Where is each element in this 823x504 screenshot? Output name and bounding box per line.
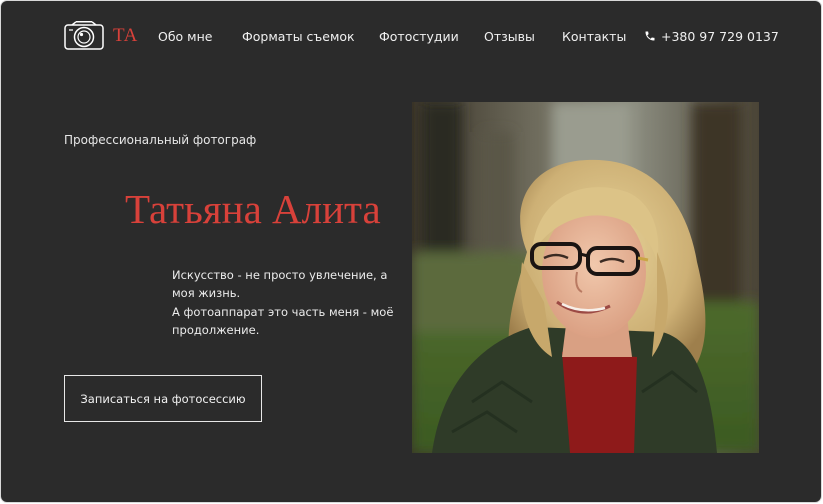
portrait-photo xyxy=(412,102,759,453)
nav-item-contacts[interactable]: Контакты xyxy=(562,29,626,44)
phone-link[interactable]: +380 97 729 0137 xyxy=(644,28,779,44)
bio-line: А фотоаппарат это часть меня - моё xyxy=(172,304,394,319)
nav-item-formats[interactable]: Форматы съемок xyxy=(242,29,355,44)
bio-line: Искусство - не просто увлечение, а xyxy=(172,268,388,282)
bio-line: продолжение. xyxy=(172,322,260,337)
nav-item-studios[interactable]: Фотостудии xyxy=(379,29,459,44)
hero-name: Татьяна Алита xyxy=(125,186,381,232)
logo[interactable]: TA xyxy=(63,21,139,51)
logo-text: TA xyxy=(113,25,138,46)
portrait-illustration xyxy=(412,102,759,453)
hero-bio: Искусство - не просто увлечение, а моя ж… xyxy=(172,266,412,339)
nav-item-about[interactable]: Обо мне xyxy=(158,29,212,44)
camera-logo-icon xyxy=(64,21,104,50)
nav-item-reviews[interactable]: Отзывы xyxy=(484,29,535,44)
hero-subtitle: Профессиональный фотограф xyxy=(64,133,257,147)
phone-icon xyxy=(645,31,655,41)
bio-line: моя жизнь. xyxy=(172,286,241,301)
phone-number: +380 97 729 0137 xyxy=(661,28,779,44)
page: TA Обо мне Форматы съемок Фотостудии Отз… xyxy=(1,1,821,502)
book-photoshoot-button[interactable]: Записаться на фотосессию xyxy=(64,375,262,422)
